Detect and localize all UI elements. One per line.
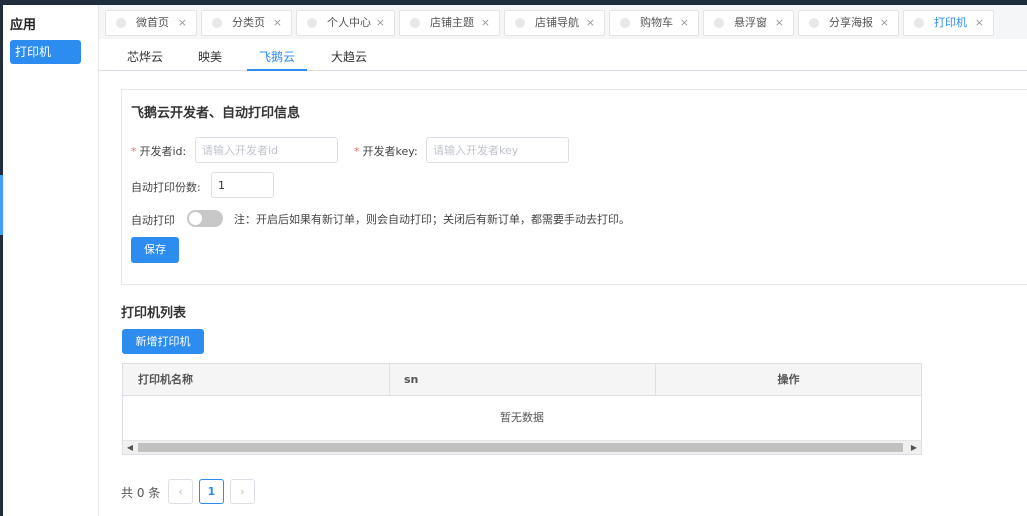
tab-cart[interactable]: 购物车 × <box>609 10 699 36</box>
tab-status-dot <box>714 18 724 28</box>
tab-floating-window[interactable]: 悬浮窗 × <box>703 10 794 36</box>
dev-key-input[interactable] <box>426 137 569 163</box>
tab-status-dot <box>212 18 222 28</box>
close-icon[interactable]: × <box>273 11 282 35</box>
copies-input[interactable] <box>211 172 274 198</box>
toggle-knob <box>189 212 202 225</box>
page-number-1[interactable]: 1 <box>199 479 224 504</box>
panel-title: 飞鹅云开发者、自动打印信息 <box>131 106 301 121</box>
column-header-name[interactable]: 打印机名称 <box>123 364 390 396</box>
auto-print-note: 注：开启后如果有新订单，则会自动打印；关闭后有新订单，都需要手动去打印。 <box>234 213 630 226</box>
close-icon[interactable]: × <box>586 11 595 35</box>
horizontal-scrollbar[interactable]: ◀ ▶ <box>123 440 921 454</box>
printer-table: 打印机名称 sn 操作 暂无数据 ◀ ▶ <box>122 363 922 455</box>
printer-list-title: 打印机列表 <box>121 306 187 321</box>
sidebar-title: 应用 <box>10 18 37 33</box>
tab-label: 微首页 <box>136 16 169 29</box>
sidebar-item-printer[interactable]: 打印机 <box>10 40 81 64</box>
sidebar: 应用 打印机 <box>3 5 99 516</box>
tab-profile[interactable]: 个人中心 × <box>296 10 395 36</box>
prev-page-button[interactable]: ‹ <box>168 479 193 504</box>
auto-print-label: 自动打印 <box>131 214 175 227</box>
dev-key-label-text: 开发者key: <box>362 145 418 158</box>
tab-bar: 微首页 × 分类页 × 个人中心 × 店铺主题 × 店铺导航 × 购物车 × 悬… <box>99 5 1027 39</box>
close-icon[interactable]: × <box>975 11 984 35</box>
tab-status-dot <box>307 18 317 28</box>
tab-status-dot <box>515 18 525 28</box>
tab-label: 分享海报 <box>829 16 873 29</box>
dev-id-label-text: 开发者id: <box>139 145 187 158</box>
dev-key-label: * 开发者key: <box>354 143 418 159</box>
tab-store-theme[interactable]: 店铺主题 × <box>399 10 500 36</box>
close-icon[interactable]: × <box>178 11 187 35</box>
subtab-active-underline <box>247 69 307 71</box>
tab-status-dot <box>914 18 924 28</box>
tab-status-dot <box>116 18 126 28</box>
dev-id-input[interactable] <box>195 137 338 163</box>
column-header-actions[interactable]: 操作 <box>656 364 921 396</box>
close-icon[interactable]: × <box>680 11 689 35</box>
pagination-total: 共 0 条 <box>121 486 161 500</box>
close-icon[interactable]: × <box>376 11 385 35</box>
subtab-daqu[interactable]: 大趋云 <box>331 48 367 65</box>
copies-label: 自动打印份数: <box>131 181 201 194</box>
subtab-feie[interactable]: 飞鹅云 <box>259 48 295 65</box>
tab-category[interactable]: 分类页 × <box>201 10 292 36</box>
tab-label: 店铺导航 <box>535 16 579 29</box>
save-button[interactable]: 保存 <box>131 237 179 263</box>
add-printer-button[interactable]: 新增打印机 <box>122 329 204 354</box>
provider-tabs: 芯烨云 映美 飞鹅云 大趋云 <box>99 39 1027 71</box>
developer-settings-panel: 飞鹅云开发者、自动打印信息 *开发者id: *开发者key: 自动打印份数: 自… <box>121 89 1027 285</box>
required-mark: * <box>131 145 137 158</box>
scroll-left-icon[interactable]: ◀ <box>123 441 137 454</box>
tab-status-dot <box>809 18 819 28</box>
subtab-yingmei[interactable]: 映美 <box>198 48 222 65</box>
dev-id-label: * 开发者id: <box>131 143 186 159</box>
next-page-button[interactable]: › <box>230 479 255 504</box>
tab-share-poster[interactable]: 分享海报 × <box>798 10 899 36</box>
auto-print-toggle[interactable] <box>187 210 223 227</box>
close-icon[interactable]: × <box>775 11 784 35</box>
table-empty-state: 暂无数据 <box>500 411 544 424</box>
tab-label: 店铺主题 <box>430 16 474 29</box>
column-header-sn[interactable]: sn <box>390 364 656 396</box>
tab-store-nav[interactable]: 店铺导航 × <box>504 10 605 36</box>
main-content: 微首页 × 分类页 × 个人中心 × 店铺主题 × 店铺导航 × 购物车 × 悬… <box>99 5 1027 516</box>
tab-status-dot <box>410 18 420 28</box>
tab-printer[interactable]: 打印机 × <box>903 10 994 36</box>
table-header: 打印机名称 sn 操作 <box>123 364 921 396</box>
scroll-right-icon[interactable]: ▶ <box>907 441 921 454</box>
tab-label: 悬浮窗 <box>734 16 767 29</box>
tab-home[interactable]: 微首页 × <box>105 10 197 36</box>
subtab-xinye[interactable]: 芯烨云 <box>127 48 163 65</box>
tab-label: 打印机 <box>934 16 967 29</box>
scrollbar-thumb[interactable] <box>138 443 903 452</box>
close-icon[interactable]: × <box>481 11 490 35</box>
required-mark: * <box>354 145 360 158</box>
tab-label: 购物车 <box>640 16 673 29</box>
tab-label: 个人中心 <box>327 16 371 29</box>
close-icon[interactable]: × <box>880 11 889 35</box>
tab-label: 分类页 <box>232 16 265 29</box>
tab-status-dot <box>620 18 630 28</box>
